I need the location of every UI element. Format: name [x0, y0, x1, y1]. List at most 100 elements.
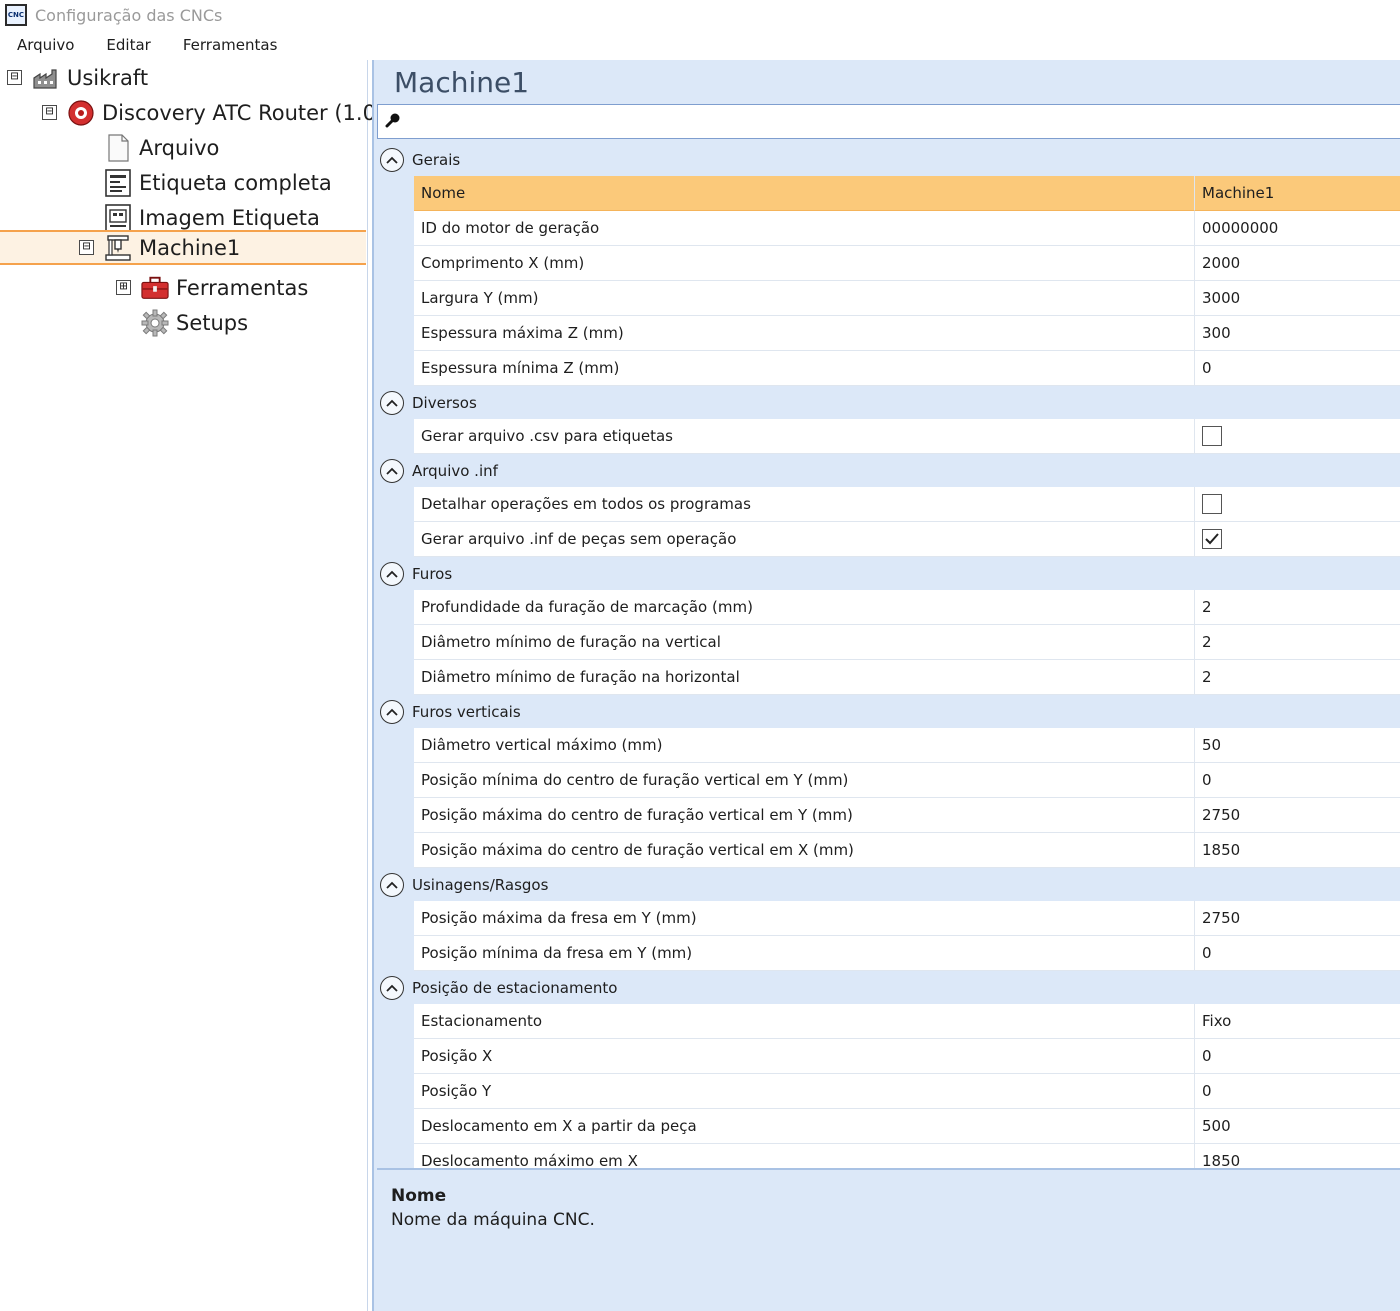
tree-item-setups[interactable]: Setups [116, 305, 248, 340]
property-row[interactable]: Gerar arquivo .csv para etiquetas [377, 419, 1400, 454]
property-value[interactable]: 2750 [1195, 901, 1400, 936]
collapse-toggle-icon[interactable]: ⊟ [7, 70, 22, 85]
chevron-up-icon[interactable] [380, 561, 404, 586]
tree-item-usikraft[interactable]: ⊟ Usikraft [7, 60, 148, 95]
property-name: Comprimento X (mm) [414, 246, 1195, 281]
property-name: Posição máxima do centro de furação vert… [414, 798, 1195, 833]
chevron-up-icon[interactable] [380, 147, 404, 172]
property-name: Gerar arquivo .csv para etiquetas [414, 419, 1195, 454]
row-gutter [377, 211, 414, 246]
menu-arquivo[interactable]: Arquivo [0, 36, 90, 54]
property-row[interactable]: Nome Machine1 [377, 176, 1400, 211]
category-furos-verticais[interactable]: Furos verticais [377, 695, 1400, 728]
property-name: Profundidade da furação de marcação (mm) [414, 590, 1195, 625]
row-gutter [377, 936, 414, 971]
property-row[interactable]: Diâmetro mínimo de furação na vertical 2 [377, 625, 1400, 660]
category-usinagens-rasgos[interactable]: Usinagens/Rasgos [377, 868, 1400, 901]
row-gutter [377, 798, 414, 833]
property-row[interactable]: Gerar arquivo .inf de peças sem operação [377, 522, 1400, 557]
chevron-up-icon[interactable] [380, 975, 404, 1000]
tree-item-etiqueta-completa[interactable]: Etiqueta completa [79, 165, 332, 200]
property-value[interactable]: 2750 [1195, 798, 1400, 833]
tree-item-arquivo[interactable]: Arquivo [79, 130, 219, 165]
property-row[interactable]: Profundidade da furação de marcação (mm)… [377, 590, 1400, 625]
property-name: Posição Y [414, 1074, 1195, 1109]
property-value[interactable]: 3000 [1195, 281, 1400, 316]
property-row[interactable]: Posição X0 [377, 1039, 1400, 1074]
property-value[interactable]: 2 [1195, 660, 1400, 695]
chevron-up-icon[interactable] [380, 390, 404, 415]
property-row[interactable]: Posição Y0 [377, 1074, 1400, 1109]
machine-tree: ⊟ Usikraft ⊟ Discovery ATC Router (1.0) … [0, 60, 384, 1311]
category-label: Furos verticais [412, 702, 521, 721]
menu-editar[interactable]: Editar [90, 36, 166, 54]
property-value[interactable]: 0 [1195, 1074, 1400, 1109]
expand-toggle-icon[interactable]: ⊞ [116, 280, 131, 295]
property-name: Posição máxima do centro de furação vert… [414, 833, 1195, 868]
property-value[interactable]: 0 [1195, 351, 1400, 386]
tree-item-label: Etiqueta completa [139, 170, 332, 195]
property-row[interactable]: Comprimento X (mm) 2000 [377, 246, 1400, 281]
category-label: Diversos [412, 393, 477, 412]
property-value[interactable]: 0 [1195, 1039, 1400, 1074]
collapse-toggle-icon[interactable]: ⊟ [42, 105, 57, 120]
row-gutter [377, 351, 414, 386]
property-row[interactable]: Posição mínima da fresa em Y (mm) 0 [377, 936, 1400, 971]
row-gutter [377, 246, 414, 281]
row-gutter [377, 281, 414, 316]
property-row[interactable]: Espessura máxima Z (mm) 300 [377, 316, 1400, 351]
collapse-toggle-icon[interactable]: ⊟ [79, 240, 94, 255]
property-value[interactable]: 0 [1195, 936, 1400, 971]
search-box[interactable] [377, 104, 1400, 139]
label-icon [104, 168, 132, 197]
property-name: Estacionamento [414, 1004, 1195, 1039]
tree-item-label: Usikraft [67, 65, 149, 90]
search-input[interactable] [407, 106, 1400, 137]
property-value[interactable]: 2 [1195, 590, 1400, 625]
tree-item-discovery-router[interactable]: ⊟ Discovery ATC Router (1.0) [42, 95, 384, 130]
row-gutter [377, 419, 414, 454]
property-row[interactable]: Estacionamento Fixo [377, 1004, 1400, 1039]
property-value[interactable]: Machine1 [1195, 176, 1400, 211]
category-diversos[interactable]: Diversos [377, 386, 1400, 419]
chevron-up-icon[interactable] [380, 872, 404, 897]
property-row[interactable]: Largura Y (mm) 3000 [377, 281, 1400, 316]
menu-ferramentas[interactable]: Ferramentas [167, 36, 294, 54]
property-value[interactable]: 1850 [1195, 833, 1400, 868]
property-value[interactable]: 2 [1195, 625, 1400, 660]
category-gerais[interactable]: Gerais [377, 143, 1400, 176]
property-value[interactable]: 00000000 [1195, 211, 1400, 246]
property-row[interactable]: Posição máxima do centro de furação vert… [377, 833, 1400, 868]
tree-item-label: Imagem Etiqueta [139, 205, 320, 230]
tree-item-machine1[interactable]: ⊟ Machine1 [0, 230, 366, 265]
checkbox-inf-no-operation[interactable] [1202, 529, 1222, 549]
property-row[interactable]: Deslocamento em X a partir da peça 500 [377, 1109, 1400, 1144]
property-row[interactable]: Posição máxima do centro de furação vert… [377, 798, 1400, 833]
chevron-up-icon[interactable] [380, 699, 404, 724]
property-row[interactable]: Posição máxima da fresa em Y (mm) 2750 [377, 901, 1400, 936]
chevron-up-icon[interactable] [380, 458, 404, 483]
property-row[interactable]: Posição mínima do centro de furação vert… [377, 763, 1400, 798]
checkbox-csv-labels[interactable] [1202, 426, 1222, 446]
property-value[interactable]: 50 [1195, 728, 1400, 763]
property-value[interactable]: Fixo [1195, 1004, 1400, 1039]
category-furos[interactable]: Furos [377, 557, 1400, 590]
property-row[interactable]: Diâmetro mínimo de furação na horizontal… [377, 660, 1400, 695]
property-value[interactable]: 2000 [1195, 246, 1400, 281]
property-row[interactable]: ID do motor de geração 00000000 [377, 211, 1400, 246]
category-label: Posição de estacionamento [412, 978, 618, 997]
property-value[interactable]: 0 [1195, 763, 1400, 798]
property-value[interactable]: 300 [1195, 316, 1400, 351]
property-row[interactable]: Diâmetro vertical máximo (mm) 50 [377, 728, 1400, 763]
category-posicao-estacionamento[interactable]: Posição de estacionamento [377, 971, 1400, 1004]
row-gutter [377, 660, 414, 695]
property-row[interactable]: Espessura mínima Z (mm) 0 [377, 351, 1400, 386]
factory-icon [32, 64, 60, 92]
machine-icon [104, 234, 132, 262]
property-row[interactable]: Detalhar operações em todos os programas [377, 487, 1400, 522]
category-arquivo-inf[interactable]: Arquivo .inf [377, 454, 1400, 487]
property-value[interactable]: 500 [1195, 1109, 1400, 1144]
property-name: Espessura máxima Z (mm) [414, 316, 1195, 351]
tree-item-ferramentas[interactable]: ⊞ Ferramentas [116, 270, 308, 305]
checkbox-detail-operations[interactable] [1202, 494, 1222, 514]
